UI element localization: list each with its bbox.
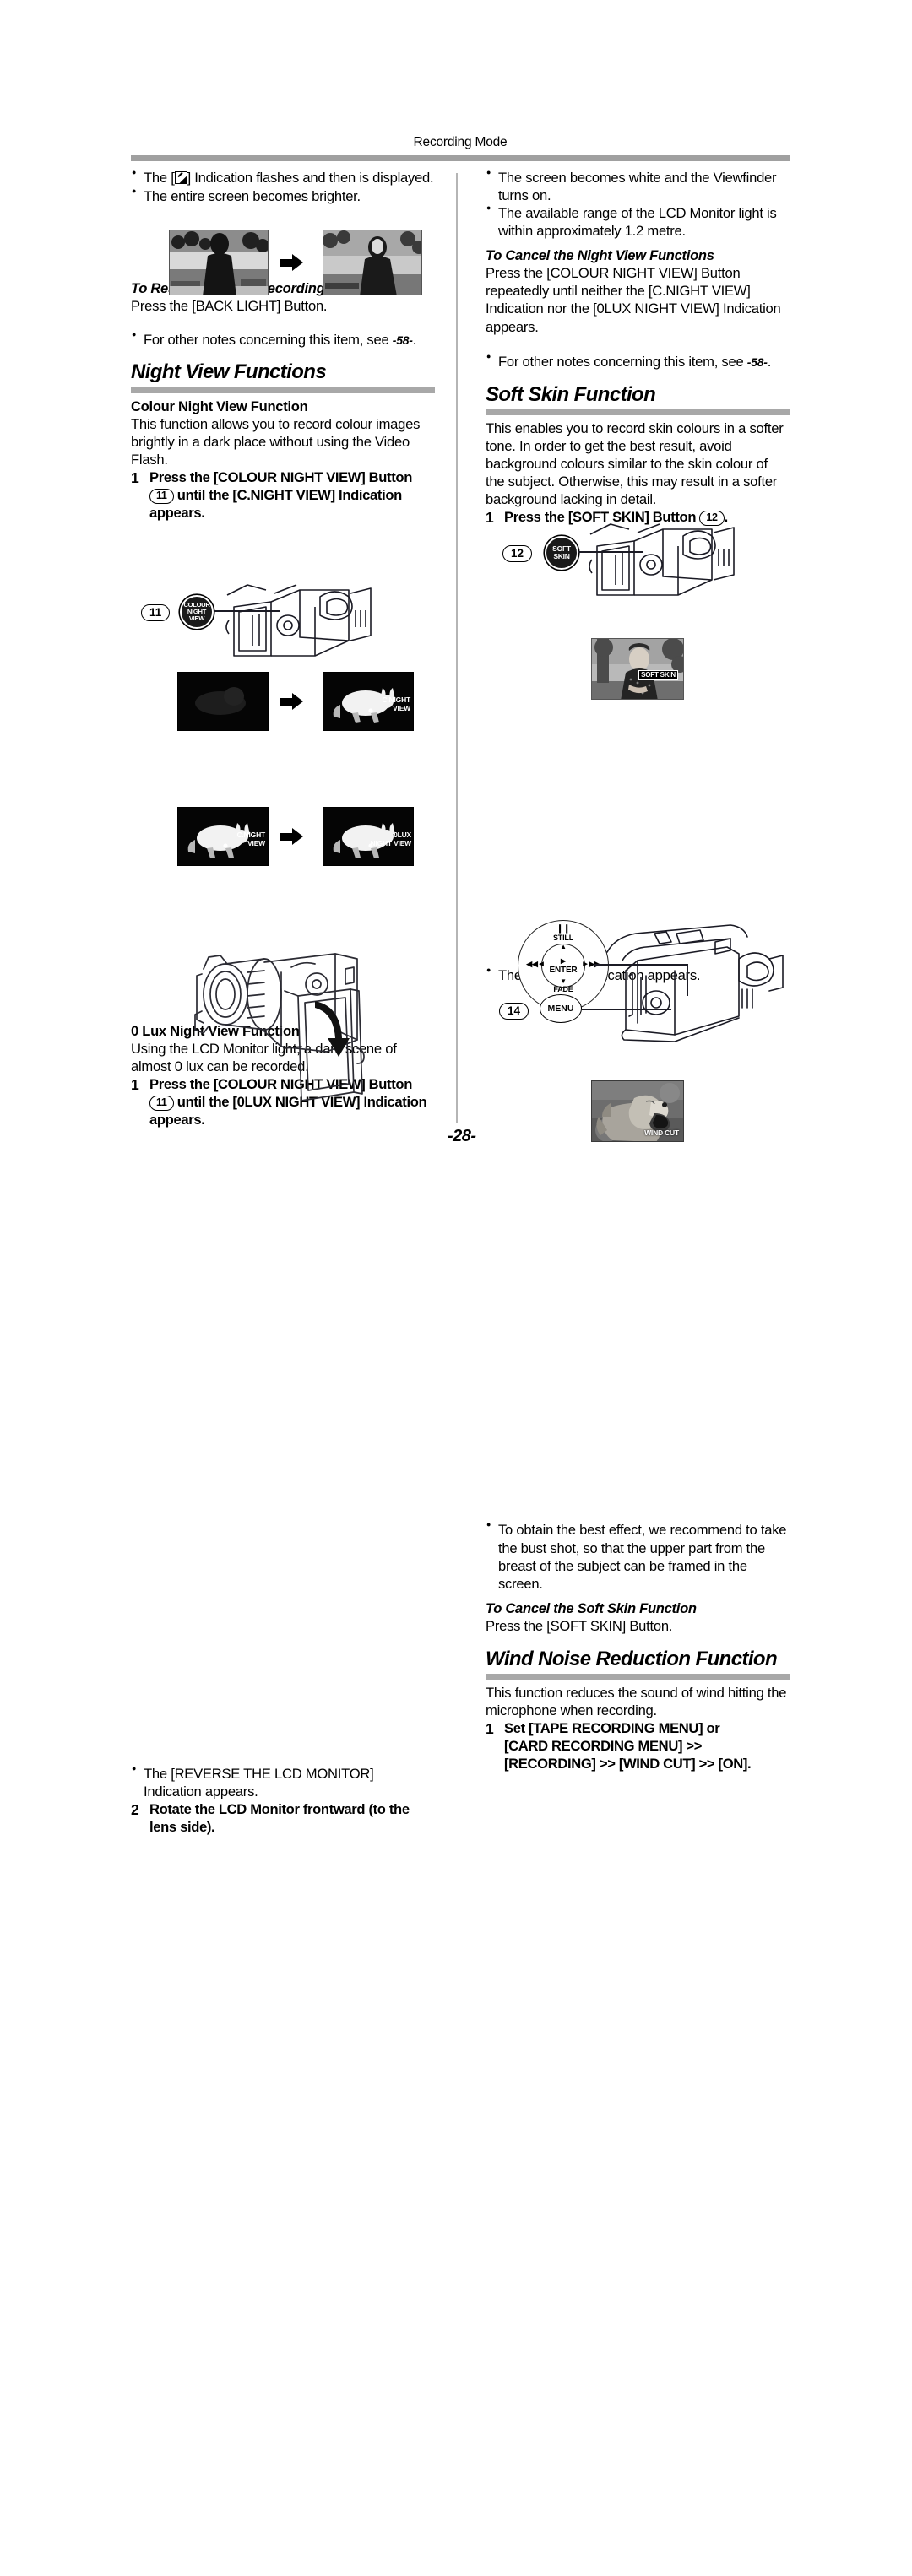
figure-soft-skin-button: 12 SOFT SKIN xyxy=(486,519,790,603)
osd-line-2: NIGHT VIEW xyxy=(370,839,411,847)
photo-c-night-view: C.NIGHT VIEW xyxy=(323,672,414,731)
see-note-right-page: -58- xyxy=(746,354,768,369)
dial-fade-label: FADE xyxy=(553,985,573,993)
resume-body: Press the [BACK LIGHT] Button. xyxy=(131,298,328,315)
section-title-wind-noise: Wind Noise Reduction Function xyxy=(486,1647,778,1670)
osd-line-1: 0LUX xyxy=(394,831,411,839)
cancel-night-view-heading: To Cancel the Night View Functions xyxy=(486,247,714,264)
cancel-soft-skin-heading: To Cancel the Soft Skin Function xyxy=(486,1599,697,1616)
photo-backlight-after xyxy=(323,230,422,295)
step-number: 1 xyxy=(131,468,139,486)
section-rule-wind-noise xyxy=(486,1674,790,1680)
see-note-right: For other notes concerning this item, se… xyxy=(486,352,790,371)
step-line-2: [CARD RECORDING MENU] >> xyxy=(504,1738,703,1755)
camcorder-side-illustration xyxy=(606,924,784,1042)
callout-11-inline: 11 xyxy=(149,489,174,505)
section-title-night-view: Night View Functions xyxy=(131,360,327,384)
left-column: The [ ] Indication flashes and then is di… xyxy=(131,168,435,1836)
backlight-note-post: ] Indication flashes and then is display… xyxy=(187,170,434,186)
osd-soft-skin: SOFT SKIN xyxy=(638,670,678,680)
step-text-a: Press the [COLOUR NIGHT VIEW] Button xyxy=(149,468,412,485)
photo-zero-lux: 0LUX NIGHT VIEW xyxy=(323,807,414,866)
dial-enter-label: ENTER xyxy=(549,966,578,975)
right-column: The screen becomes white and the Viewfin… xyxy=(486,168,790,2576)
soft-skin-body: This enables you to record skin colours … xyxy=(486,420,784,508)
dial-play-icon: ▶ xyxy=(561,957,566,965)
menu-button[interactable]: MENU xyxy=(540,994,582,1023)
step-text-b: until the [C.NIGHT VIEW] Indication appe… xyxy=(149,487,402,522)
backlight-indication-icon xyxy=(174,171,187,184)
osd-line-1: C.NIGHT xyxy=(236,831,265,839)
button-label-line-3: VIEW xyxy=(188,614,205,622)
dial-still-icon: ❙❙ xyxy=(556,924,571,934)
reverse-lcd-note: The [REVERSE THE LCD MONITOR] Indication… xyxy=(131,1764,435,1800)
menu-button-label: MENU xyxy=(547,1004,574,1014)
photo-backlight-before xyxy=(169,230,269,295)
callout-14-figure: 14 xyxy=(499,1003,529,1020)
step-line-1: Set [TAPE RECORDING MENU] or xyxy=(504,1720,720,1737)
soft-skin-tip: To obtain the best effect, we recommend … xyxy=(486,1520,790,1592)
section-title-soft-skin: Soft Skin Function xyxy=(486,382,656,406)
page-number: -28- xyxy=(448,1127,476,1145)
step-number: 1 xyxy=(131,1076,139,1094)
cancel-soft-skin-body: Press the [SOFT SKIN] Button. xyxy=(486,1617,673,1634)
camcorder-rear-illustration-2 xyxy=(589,523,735,596)
see-note-left-page: -58- xyxy=(392,333,413,348)
figure-menu-dial: ❙❙ STILL ▲ ◀◀ ◀ ▶ ▶▶ ▶ ENTER ▼ FADE ■ 14… xyxy=(486,920,790,1048)
camcorder-rear-illustration xyxy=(225,584,372,657)
figure-rotate-lcd-monitor xyxy=(194,953,365,1101)
colour-night-view-heading: Colour Night View Function xyxy=(131,398,308,414)
see-note-left-tail: . xyxy=(412,332,417,349)
section-rule-night-view xyxy=(131,387,435,393)
step-number: 1 xyxy=(486,1720,494,1738)
osd-line-1: C.NIGHT xyxy=(382,695,410,704)
cancel-night-view-body: Press the [COLOUR NIGHT VIEW] Button rep… xyxy=(486,265,781,335)
osd-c-night-view-2: C.NIGHT VIEW xyxy=(236,831,265,847)
backlight-note-pre: The [ xyxy=(144,170,175,186)
step-number: 2 xyxy=(131,1800,139,1818)
backlight-note-2: The entire screen becomes brighter. xyxy=(131,187,435,205)
step-line-3: [RECORDING] >> [WIND CUT] >> [ON]. xyxy=(504,1756,752,1772)
osd-zero-lux: 0LUX NIGHT VIEW xyxy=(370,831,411,847)
see-note-left-text: For other notes concerning this item, se… xyxy=(144,332,393,349)
zero-lux-note-1: The screen becomes white and the Viewfin… xyxy=(486,168,790,204)
photo-wind-cut: WIND CUT xyxy=(591,1080,684,1142)
photo-dark-scene xyxy=(177,672,269,731)
backlight-note-1: The [ ] Indication flashes and then is di… xyxy=(131,168,435,187)
see-note-left: For other notes concerning this item, se… xyxy=(131,330,435,349)
see-note-right-tail: . xyxy=(767,353,772,370)
see-note-right-text: For other notes concerning this item, se… xyxy=(498,353,747,370)
colour-night-view-button[interactable]: COLOUR NIGHT VIEW xyxy=(180,595,214,629)
osd-line-2: VIEW xyxy=(393,704,410,712)
zero-lux-step-2: 2 Rotate the LCD Monitor frontward (to th… xyxy=(131,1800,435,1836)
wind-noise-step-1: 1 Set [TAPE RECORDING MENU] or [CARD RECO… xyxy=(486,1719,790,1772)
photo-c-night-view-2: C.NIGHT VIEW xyxy=(177,807,269,866)
figure-zero-lux-result: C.NIGHT VIEW 0LUX NIGHT VIEW xyxy=(177,807,431,876)
osd-line-2: VIEW xyxy=(247,839,265,847)
wind-noise-body: This function reduces the sound of wind … xyxy=(486,1685,787,1719)
dial-down-arrow-icon: ▼ xyxy=(560,977,567,985)
colour-night-view-step-1: 1 Press the [COLOUR NIGHT VIEW] Button 11… xyxy=(131,468,435,522)
photo-soft-skin: SOFT SKIN xyxy=(591,638,684,700)
step-text: Rotate the LCD Monitor frontward (to the… xyxy=(149,1800,410,1835)
osd-wind-cut: WIND CUT xyxy=(644,1128,679,1137)
backlight-figure xyxy=(169,230,422,299)
button-label-line-2: SKIN xyxy=(553,552,570,560)
figure-colour-night-view-result: C.NIGHT VIEW xyxy=(177,672,431,741)
running-head: Recording Mode xyxy=(413,135,508,149)
soft-skin-button[interactable]: SOFT SKIN xyxy=(545,536,578,570)
callout-12-figure: 12 xyxy=(502,545,533,562)
column-divider xyxy=(456,173,458,1123)
osd-c-night-view: C.NIGHT VIEW xyxy=(382,695,410,712)
dial-up-arrow-icon: ▲ xyxy=(560,943,567,950)
section-rule-soft-skin xyxy=(486,409,790,416)
dial-still-label: STILL xyxy=(553,934,573,942)
figure-colour-night-view-button: 11 COLOUR NIGHT VIEW xyxy=(131,580,435,661)
callout-11-figure: 11 xyxy=(141,604,171,621)
colour-night-view-body: This function allows you to record colou… xyxy=(131,415,421,468)
zero-lux-note-2: The available range of the LCD Monitor l… xyxy=(486,203,790,240)
header-rule xyxy=(131,155,790,161)
manual-page: Recording Mode The [ ] Indication flashes… xyxy=(131,0,790,1835)
